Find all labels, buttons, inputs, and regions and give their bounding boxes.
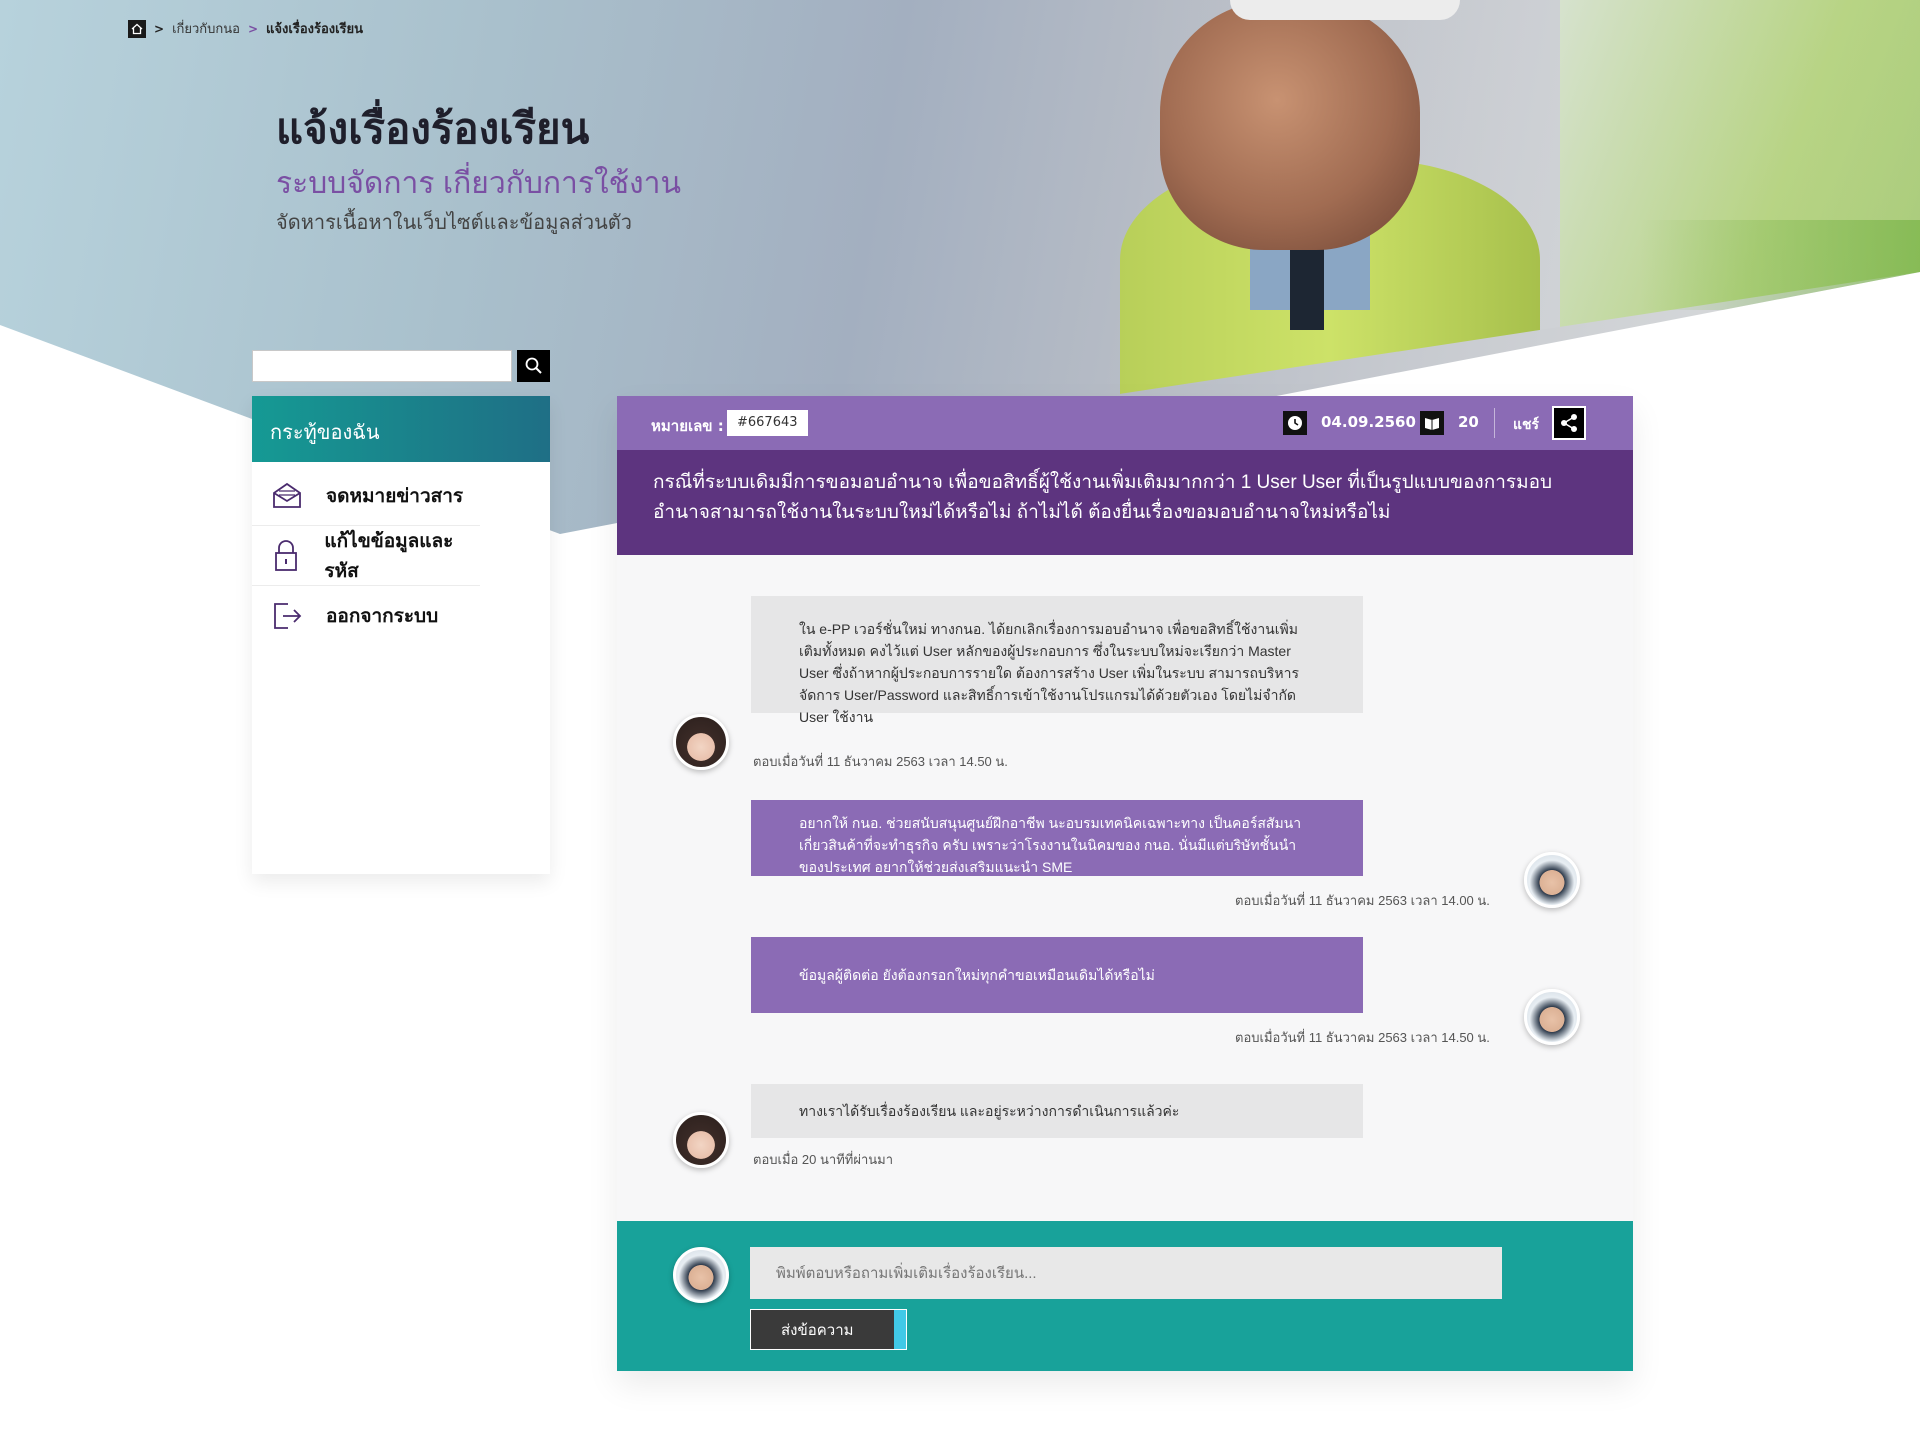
divider xyxy=(1494,408,1495,438)
ticket-meta-bar: หมายเลข : #667643 04.09.2560 20 แชร์ xyxy=(617,396,1633,450)
ticket-panel: หมายเลข : #667643 04.09.2560 20 แชร์ กรณ… xyxy=(617,396,1633,1371)
logout-icon xyxy=(270,599,304,633)
sidebar-item-newsletter[interactable]: จดหมายข่าวสาร xyxy=(252,466,480,526)
sidebar-item-label: ออกจากระบบ xyxy=(326,606,439,627)
current-user-avatar xyxy=(673,1247,729,1303)
send-message-button[interactable]: ส่งข้อความ xyxy=(750,1309,907,1350)
share-icon xyxy=(1561,414,1577,432)
search-input[interactable] xyxy=(252,350,512,382)
message-bubble: ข้อมูลผู้ติดต่อ ยังต้องกรอกใหม่ทุกคำขอเห… xyxy=(751,937,1363,1013)
lock-icon xyxy=(270,539,302,573)
avatar xyxy=(673,1112,729,1168)
ticket-question: กรณีที่ระบบเดิมมีการขอมอบอำนาจ เพื่อขอสิ… xyxy=(617,450,1633,555)
breadcrumb: > เกี่ยวกับกนอ > แจ้งเรื่องร้องเรียน xyxy=(128,18,363,39)
page-title: แจ้งเรื่องร้องเรียน xyxy=(276,105,590,152)
avatar xyxy=(1524,989,1580,1045)
message-text: ทางเราได้รับเรื่องร้องเรียน และอยู่ระหว่… xyxy=(799,1103,1180,1119)
message-bubble: ทางเราได้รับเรื่องร้องเรียน และอยู่ระหว่… xyxy=(751,1084,1363,1138)
ticket-read-count: 20 xyxy=(1458,413,1479,431)
button-accent xyxy=(894,1310,906,1349)
avatar xyxy=(1524,852,1580,908)
hero-photo xyxy=(1080,0,1920,400)
sidebar-item-edit-profile[interactable]: แก้ไขข้อมูลและรหัส xyxy=(252,526,480,586)
message-timestamp: ตอบเมื่อวันที่ 11 ธันวาคม 2563 เวลา 14.5… xyxy=(753,754,1008,769)
message-bubble: อยากให้ กนอ. ช่วยสนับสนุนศูนย์ฝึกอาชีพ น… xyxy=(751,800,1363,876)
search-icon xyxy=(525,357,542,374)
breadcrumb-item[interactable]: เกี่ยวกับกนอ xyxy=(172,18,240,39)
sidebar-title: กระทู้ของฉัน xyxy=(252,396,550,462)
message-bubble: ใน e-PP เวอร์ชั่นใหม่ ทางกนอ. ได้ยกเลิกเ… xyxy=(751,596,1363,725)
chevron-right-icon: > xyxy=(154,21,165,36)
message-timestamp: ตอบเมื่อ 20 นาทีที่ผ่านมา xyxy=(753,1152,894,1167)
reply-bar: ส่งข้อความ xyxy=(617,1221,1633,1371)
reply-input[interactable] xyxy=(750,1247,1502,1299)
send-message-label: ส่งข้อความ xyxy=(781,1321,854,1339)
clock-icon xyxy=(1283,411,1307,435)
sidebar-item-logout[interactable]: ออกจากระบบ xyxy=(252,586,480,646)
ticket-date: 04.09.2560 xyxy=(1321,413,1416,431)
search-button[interactable] xyxy=(517,350,550,382)
ticket-number: #667643 xyxy=(727,410,808,436)
ticket-number-label: หมายเลข : xyxy=(651,417,724,435)
share-button[interactable] xyxy=(1552,406,1586,440)
breadcrumb-current: แจ้งเรื่องร้องเรียน xyxy=(266,22,364,37)
avatar xyxy=(673,714,729,770)
sidebar-item-label: จดหมายข่าวสาร xyxy=(326,485,464,507)
message-timestamp: ตอบเมื่อวันที่ 11 ธันวาคม 2563 เวลา 14.0… xyxy=(1235,893,1490,908)
page-subtitle: ระบบจัดการ เกี่ยวกับการใช้งาน xyxy=(276,167,682,200)
share-label: แชร์ xyxy=(1513,417,1540,433)
message-text: อยากให้ กนอ. ช่วยสนับสนุนศูนย์ฝึกอาชีพ น… xyxy=(799,815,1302,875)
chevron-right-icon: > xyxy=(247,21,259,36)
message-text: ใน e-PP เวอร์ชั่นใหม่ ทางกนอ. ได้ยกเลิกเ… xyxy=(799,621,1300,725)
mail-open-icon xyxy=(270,479,304,513)
message-timestamp: ตอบเมื่อวันที่ 11 ธันวาคม 2563 เวลา 14.5… xyxy=(1235,1030,1490,1045)
message-text: ข้อมูลผู้ติดต่อ ยังต้องกรอกใหม่ทุกคำขอเห… xyxy=(799,967,1155,983)
sidebar: กระทู้ของฉัน จดหมายข่าวสาร แก้ไขข้อมูลแล… xyxy=(252,396,550,874)
book-icon xyxy=(1420,411,1444,435)
sidebar-item-label: แก้ไขข้อมูลและรหัส xyxy=(324,530,454,582)
home-icon[interactable] xyxy=(128,19,146,38)
page-description: จัดหารเนื้อหาในเว็บไซต์และข้อมูลส่วนตัว xyxy=(276,212,632,234)
